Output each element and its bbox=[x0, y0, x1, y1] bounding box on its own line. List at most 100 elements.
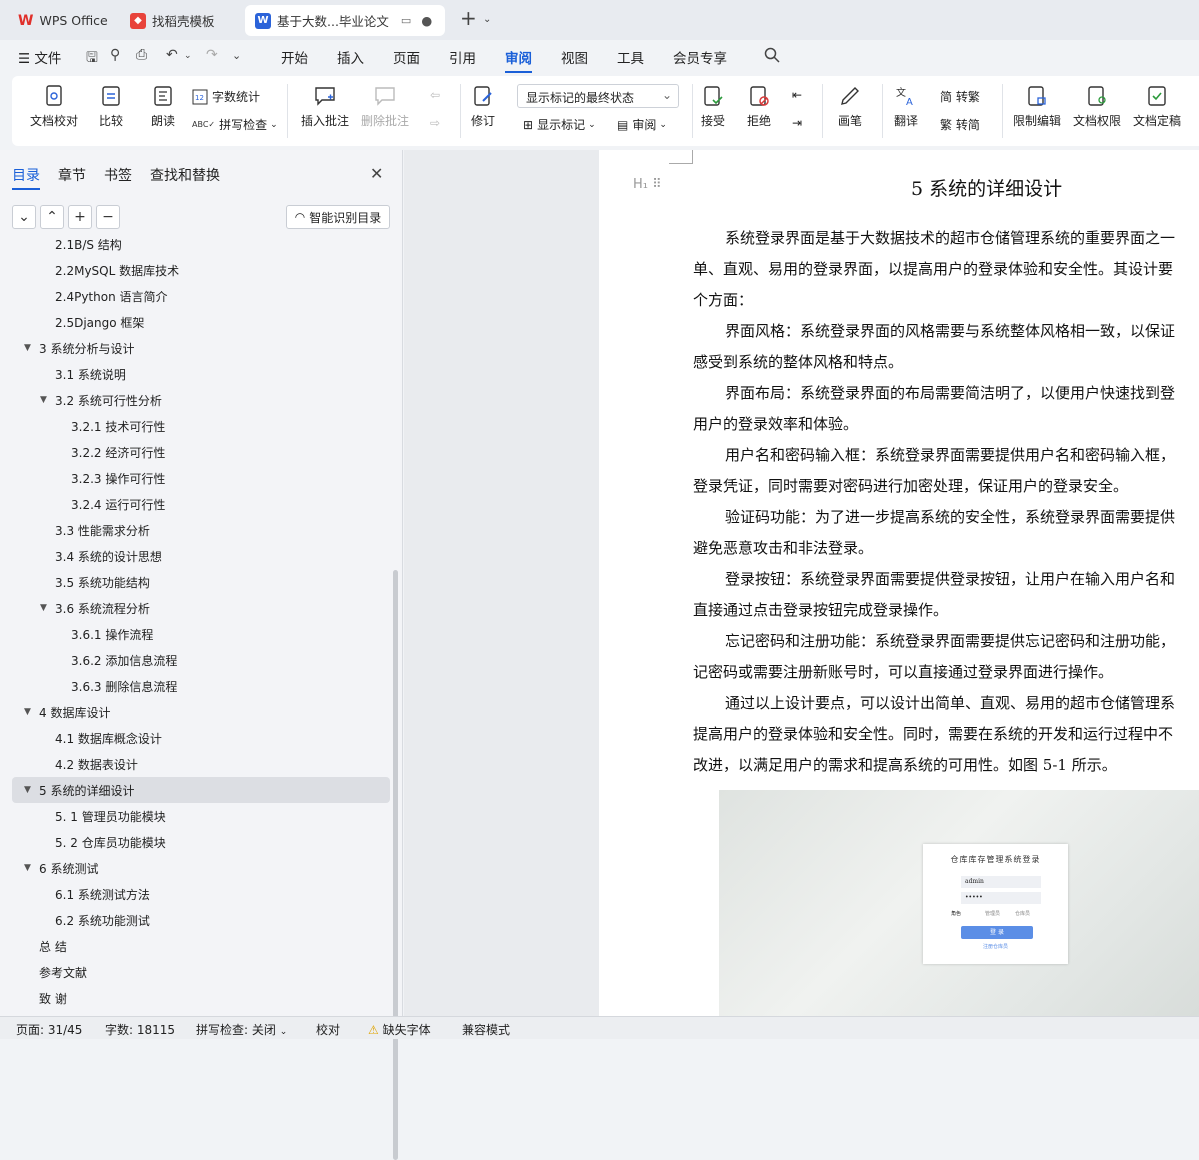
toc-item[interactable]: 4.2 数据表设计 bbox=[12, 751, 390, 777]
toc-item[interactable]: ▼ 4 数据库设计 bbox=[12, 699, 390, 725]
toc-item[interactable]: 6.1 系统测试方法 bbox=[12, 881, 390, 907]
toc-item[interactable]: 2.1B/S 结构 bbox=[12, 239, 390, 257]
word-count-indicator[interactable]: 字数: 18115 bbox=[105, 1021, 175, 1038]
next-change-icon[interactable]: ⇥ bbox=[792, 116, 802, 130]
toc-item[interactable]: 4.1 数据库概念设计 bbox=[12, 725, 390, 751]
tab-bookmarks[interactable]: 书签 bbox=[104, 165, 132, 185]
remove-heading-button[interactable]: − bbox=[96, 205, 120, 229]
toc-item[interactable]: 3.2.3 操作可行性 bbox=[12, 465, 390, 491]
menu-view[interactable]: 视图 bbox=[561, 47, 588, 67]
toc-item[interactable]: 3.4 系统的设计思想 bbox=[12, 543, 390, 569]
menu-review[interactable]: 审阅 bbox=[505, 47, 532, 73]
toc-item[interactable]: 3.1 系统说明 bbox=[12, 361, 390, 387]
share-icon[interactable]: ⚲ bbox=[110, 47, 120, 63]
display-mode-select[interactable]: 显示标记的最终状态 ⌄ bbox=[517, 84, 679, 108]
toc-item[interactable]: 2.4Python 语言简介 bbox=[12, 283, 390, 309]
pen-button[interactable]: 画笔 bbox=[838, 84, 862, 129]
toc-item[interactable]: 致 谢 bbox=[12, 985, 390, 1011]
drag-handle-icon[interactable]: ⠿ bbox=[652, 177, 662, 192]
monitor-icon[interactable]: ▭ bbox=[401, 14, 411, 27]
prev-change-icon[interactable]: ⇤ bbox=[792, 88, 802, 102]
redo-icon[interactable]: ↷ bbox=[206, 47, 218, 63]
menu-insert[interactable]: 插入 bbox=[337, 47, 364, 67]
smart-toc-button[interactable]: ◠ 智能识别目录 bbox=[286, 205, 390, 229]
menu-page[interactable]: 页面 bbox=[393, 47, 420, 67]
toc-item[interactable]: 总 结 bbox=[12, 933, 390, 959]
expand-triangle-icon[interactable]: ▼ bbox=[24, 785, 31, 795]
search-icon[interactable] bbox=[764, 47, 780, 67]
file-menu[interactable]: ☰ 文件 bbox=[18, 47, 61, 67]
save-icon[interactable]: 🖫 bbox=[86, 47, 98, 71]
toc-item[interactable]: 3.6.2 添加信息流程 bbox=[12, 647, 390, 673]
toc-item[interactable]: 3.6.3 删除信息流程 bbox=[12, 673, 390, 699]
add-heading-button[interactable]: + bbox=[68, 205, 92, 229]
toc-item[interactable]: 参考文献 bbox=[12, 959, 390, 985]
menu-tools[interactable]: 工具 bbox=[617, 47, 644, 67]
toc-item[interactable]: 5. 2 仓库员功能模块 bbox=[12, 829, 390, 855]
tab-toc[interactable]: 目录 bbox=[12, 165, 40, 190]
toc-item[interactable]: 3.6.1 操作流程 bbox=[12, 621, 390, 647]
translate-button[interactable]: 文A 翻译 bbox=[894, 84, 918, 129]
prev-comment-icon[interactable]: ⇦ bbox=[430, 88, 440, 102]
tab-chapters[interactable]: 章节 bbox=[58, 165, 86, 185]
compare-button[interactable]: 比较 bbox=[99, 84, 123, 129]
tab-document[interactable]: W 基于大数...毕业论文 ▭ ● bbox=[245, 5, 445, 36]
menu-reference[interactable]: 引用 bbox=[449, 47, 476, 67]
delete-comment-button[interactable]: 删除批注 bbox=[361, 84, 409, 129]
heading-marker[interactable]: H₁ ⠿ bbox=[633, 177, 662, 192]
sidebar-scrollbar[interactable] bbox=[393, 570, 398, 1160]
expand-triangle-icon[interactable]: ▼ bbox=[24, 863, 31, 873]
proofread-indicator[interactable]: 校对 bbox=[316, 1021, 340, 1038]
menu-start[interactable]: 开始 bbox=[281, 47, 308, 67]
print-preview-icon[interactable]: ⎙ bbox=[136, 47, 147, 63]
new-tab-icon[interactable]: + bbox=[460, 6, 477, 30]
toc-item[interactable]: 5. 1 管理员功能模块 bbox=[12, 803, 390, 829]
toc-item[interactable]: ▼ 6 系统测试 bbox=[12, 855, 390, 881]
review-pane-button[interactable]: ▤ 审阅 ⌄ bbox=[617, 116, 667, 133]
toc-item[interactable]: ▼ 5 系统的详细设计 bbox=[12, 777, 390, 803]
show-markup-button[interactable]: ⊞ 显示标记 ⌄ bbox=[523, 116, 596, 133]
doc-permission-button[interactable]: 文档权限 bbox=[1073, 84, 1121, 129]
restrict-edit-button[interactable]: 限制编辑 bbox=[1013, 84, 1061, 129]
spell-check-button[interactable]: ABC✓ 拼写检查 ⌄ bbox=[192, 116, 278, 133]
insert-comment-button[interactable]: 插入批注 bbox=[301, 84, 349, 129]
tab-wps-office[interactable]: W WPS Office bbox=[8, 5, 118, 36]
toc-item[interactable]: 3.2.1 技术可行性 bbox=[12, 413, 390, 439]
page-indicator[interactable]: 页面: 31/45 bbox=[16, 1021, 82, 1038]
expand-triangle-icon[interactable]: ▼ bbox=[40, 395, 47, 405]
toc-item[interactable]: 2.2MySQL 数据库技术 bbox=[12, 257, 390, 283]
toc-item[interactable]: ▼ 3.6 系统流程分析 bbox=[12, 595, 390, 621]
read-aloud-button[interactable]: 朗读 bbox=[151, 84, 175, 129]
word-count-button[interactable]: 12 字数统计 bbox=[192, 88, 260, 105]
to-simplified-button[interactable]: 繁 转简 bbox=[940, 116, 980, 133]
undo-dropdown-icon[interactable]: ⌄ bbox=[184, 51, 192, 61]
toc-item[interactable]: 3.2.4 运行可行性 bbox=[12, 491, 390, 517]
next-comment-icon[interactable]: ⇨ bbox=[430, 116, 440, 130]
expand-triangle-icon[interactable]: ▼ bbox=[24, 707, 31, 717]
undo-icon[interactable]: ↶ bbox=[166, 47, 178, 63]
doc-check-button[interactable]: 文档校对 bbox=[30, 84, 78, 129]
toc-item[interactable]: 3.2.2 经济可行性 bbox=[12, 439, 390, 465]
more-chevron-icon[interactable]: ⌄ bbox=[232, 49, 241, 62]
toc-item[interactable]: ▼ 3.2 系统可行性分析 bbox=[12, 387, 390, 413]
menu-member[interactable]: 会员专享 bbox=[673, 47, 727, 67]
chevron-down-icon[interactable]: ⌄ bbox=[483, 14, 491, 25]
tab-find-replace[interactable]: 查找和替换 bbox=[150, 165, 220, 185]
expand-triangle-icon[interactable]: ▼ bbox=[24, 343, 31, 353]
toc-item[interactable]: ▼ 3 系统分析与设计 bbox=[12, 335, 390, 361]
toc-item[interactable]: 2.5Django 框架 bbox=[12, 309, 390, 335]
toc-item[interactable]: 6.2 系统功能测试 bbox=[12, 907, 390, 933]
expand-up-button[interactable]: ⌃ bbox=[40, 205, 64, 229]
tab-template[interactable]: ◆ 找稻壳模板 bbox=[120, 5, 225, 36]
collapse-all-button[interactable]: ⌄ bbox=[12, 205, 36, 229]
reject-button[interactable]: 拒绝 bbox=[747, 84, 771, 129]
toc-item[interactable]: 3.3 性能需求分析 bbox=[12, 517, 390, 543]
finalize-button[interactable]: 文档定稿 bbox=[1133, 84, 1181, 129]
close-icon[interactable]: ✕ bbox=[370, 164, 383, 183]
track-changes-button[interactable]: 修订 bbox=[471, 84, 495, 129]
to-traditional-button[interactable]: 简 转繁 bbox=[940, 88, 980, 105]
missing-font-indicator[interactable]: ⚠ 缺失字体 bbox=[368, 1021, 431, 1038]
expand-triangle-icon[interactable]: ▼ bbox=[40, 603, 47, 613]
spell-check-status[interactable]: 拼写检查: 关闭 ⌄ bbox=[196, 1021, 287, 1038]
toc-item[interactable]: 3.5 系统功能结构 bbox=[12, 569, 390, 595]
